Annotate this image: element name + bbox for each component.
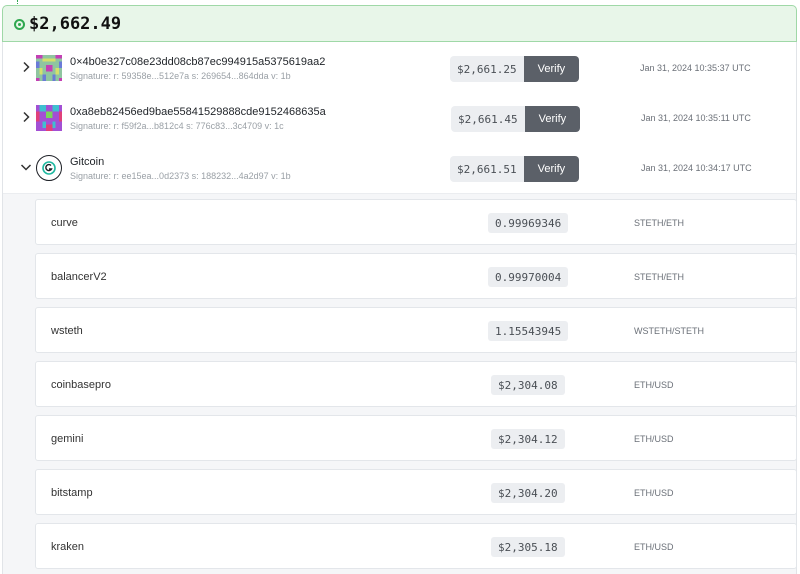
signer-signature: Signature: r: ee15ea...0d2373 s: 188232.… [70, 171, 291, 181]
source-pair: ETH/USD [634, 380, 674, 390]
source-row: curve 0.99969346 STETH/ETH [35, 199, 797, 245]
source-pair: STETH/ETH [634, 272, 685, 282]
signer-price: $2,661.45 [451, 106, 525, 132]
signer-name: Gitcoin [70, 156, 105, 168]
verify-button[interactable]: Verify [524, 106, 581, 132]
chevron-down-icon[interactable] [19, 160, 33, 174]
identicon-avatar [36, 55, 62, 81]
gitcoin-logo-icon [36, 155, 62, 181]
source-name: kraken [51, 541, 85, 553]
signer-address: 0×4b0e327c08e23dd08cb87ec994915a5375619a… [70, 56, 326, 68]
source-row: coinbasepro $2,304.08 ETH/USD [35, 361, 797, 407]
source-row: bitstamp $2,304.20 ETH/USD [35, 469, 797, 515]
chevron-right-icon[interactable] [19, 60, 33, 74]
source-name: balancerV2 [51, 271, 107, 283]
source-name: bitstamp [51, 487, 93, 499]
source-row: balancerV2 0.99970004 STETH/ETH [35, 253, 797, 299]
source-pair: ETH/USD [634, 488, 674, 498]
signer-timestamp: Jan 31, 2024 10:35:11 UTC [641, 113, 751, 123]
aggregated-price: $2,662.49 [29, 14, 122, 34]
source-pair: ETH/USD [634, 542, 674, 552]
source-value: 1.15543945 [488, 321, 569, 341]
source-pair: STETH/ETH [634, 218, 685, 228]
verify-button[interactable]: Verify [523, 156, 580, 182]
source-pair: WSTETH/STETH [634, 326, 704, 336]
signer-row[interactable]: 0xa8eb82456ed9bae55841529888cde915246863… [3, 93, 796, 144]
source-row: gemini $2,304.12 ETH/USD [35, 415, 797, 461]
source-value: $2,304.08 [491, 375, 565, 395]
price-verify-group: $2,661.25 Verify [450, 56, 580, 82]
source-name: curve [51, 217, 78, 229]
price-verify-group: $2,661.45 Verify [451, 106, 581, 132]
status-dot-icon [14, 19, 25, 30]
signer-price: $2,661.51 [450, 156, 524, 182]
price-verify-group: $2,661.51 Verify [450, 156, 580, 182]
source-row: kraken $2,305.18 ETH/USD [35, 523, 797, 569]
price-header: $2,662.49 [2, 5, 797, 42]
signer-address: 0xa8eb82456ed9bae55841529888cde915246863… [70, 106, 326, 118]
source-pair: ETH/USD [634, 434, 674, 444]
signer-timestamp: Jan 31, 2024 10:35:37 UTC [640, 63, 751, 73]
source-value: 0.99969346 [488, 213, 569, 233]
source-list: curve 0.99969346 STETH/ETH balancerV2 0.… [3, 194, 797, 574]
source-row: wsteth 1.15543945 WSTETH/STETH [35, 307, 797, 353]
signer-row[interactable]: 0×4b0e327c08e23dd08cb87ec994915a5375619a… [3, 43, 796, 94]
source-name: coinbasepro [51, 379, 111, 391]
signer-signature: Signature: r: 59358e...512e7a s: 269654.… [70, 71, 291, 81]
source-value: $2,304.20 [491, 483, 565, 503]
signer-signature: Signature: r: f59f2a...b812c4 s: 776c83.… [70, 121, 284, 131]
signer-timestamp: Jan 31, 2024 10:34:17 UTC [641, 163, 752, 173]
source-value: 0.99970004 [488, 267, 569, 287]
chevron-right-icon[interactable] [19, 110, 33, 124]
verify-button[interactable]: Verify [523, 56, 580, 82]
source-name: wsteth [51, 325, 83, 337]
signer-row[interactable]: Gitcoin Signature: r: ee15ea...0d2373 s:… [3, 143, 796, 194]
identicon-avatar [36, 105, 62, 131]
source-value: $2,305.18 [491, 537, 565, 557]
source-name: gemini [51, 433, 84, 445]
source-value: $2,304.12 [491, 429, 565, 449]
signer-price: $2,661.25 [450, 56, 524, 82]
